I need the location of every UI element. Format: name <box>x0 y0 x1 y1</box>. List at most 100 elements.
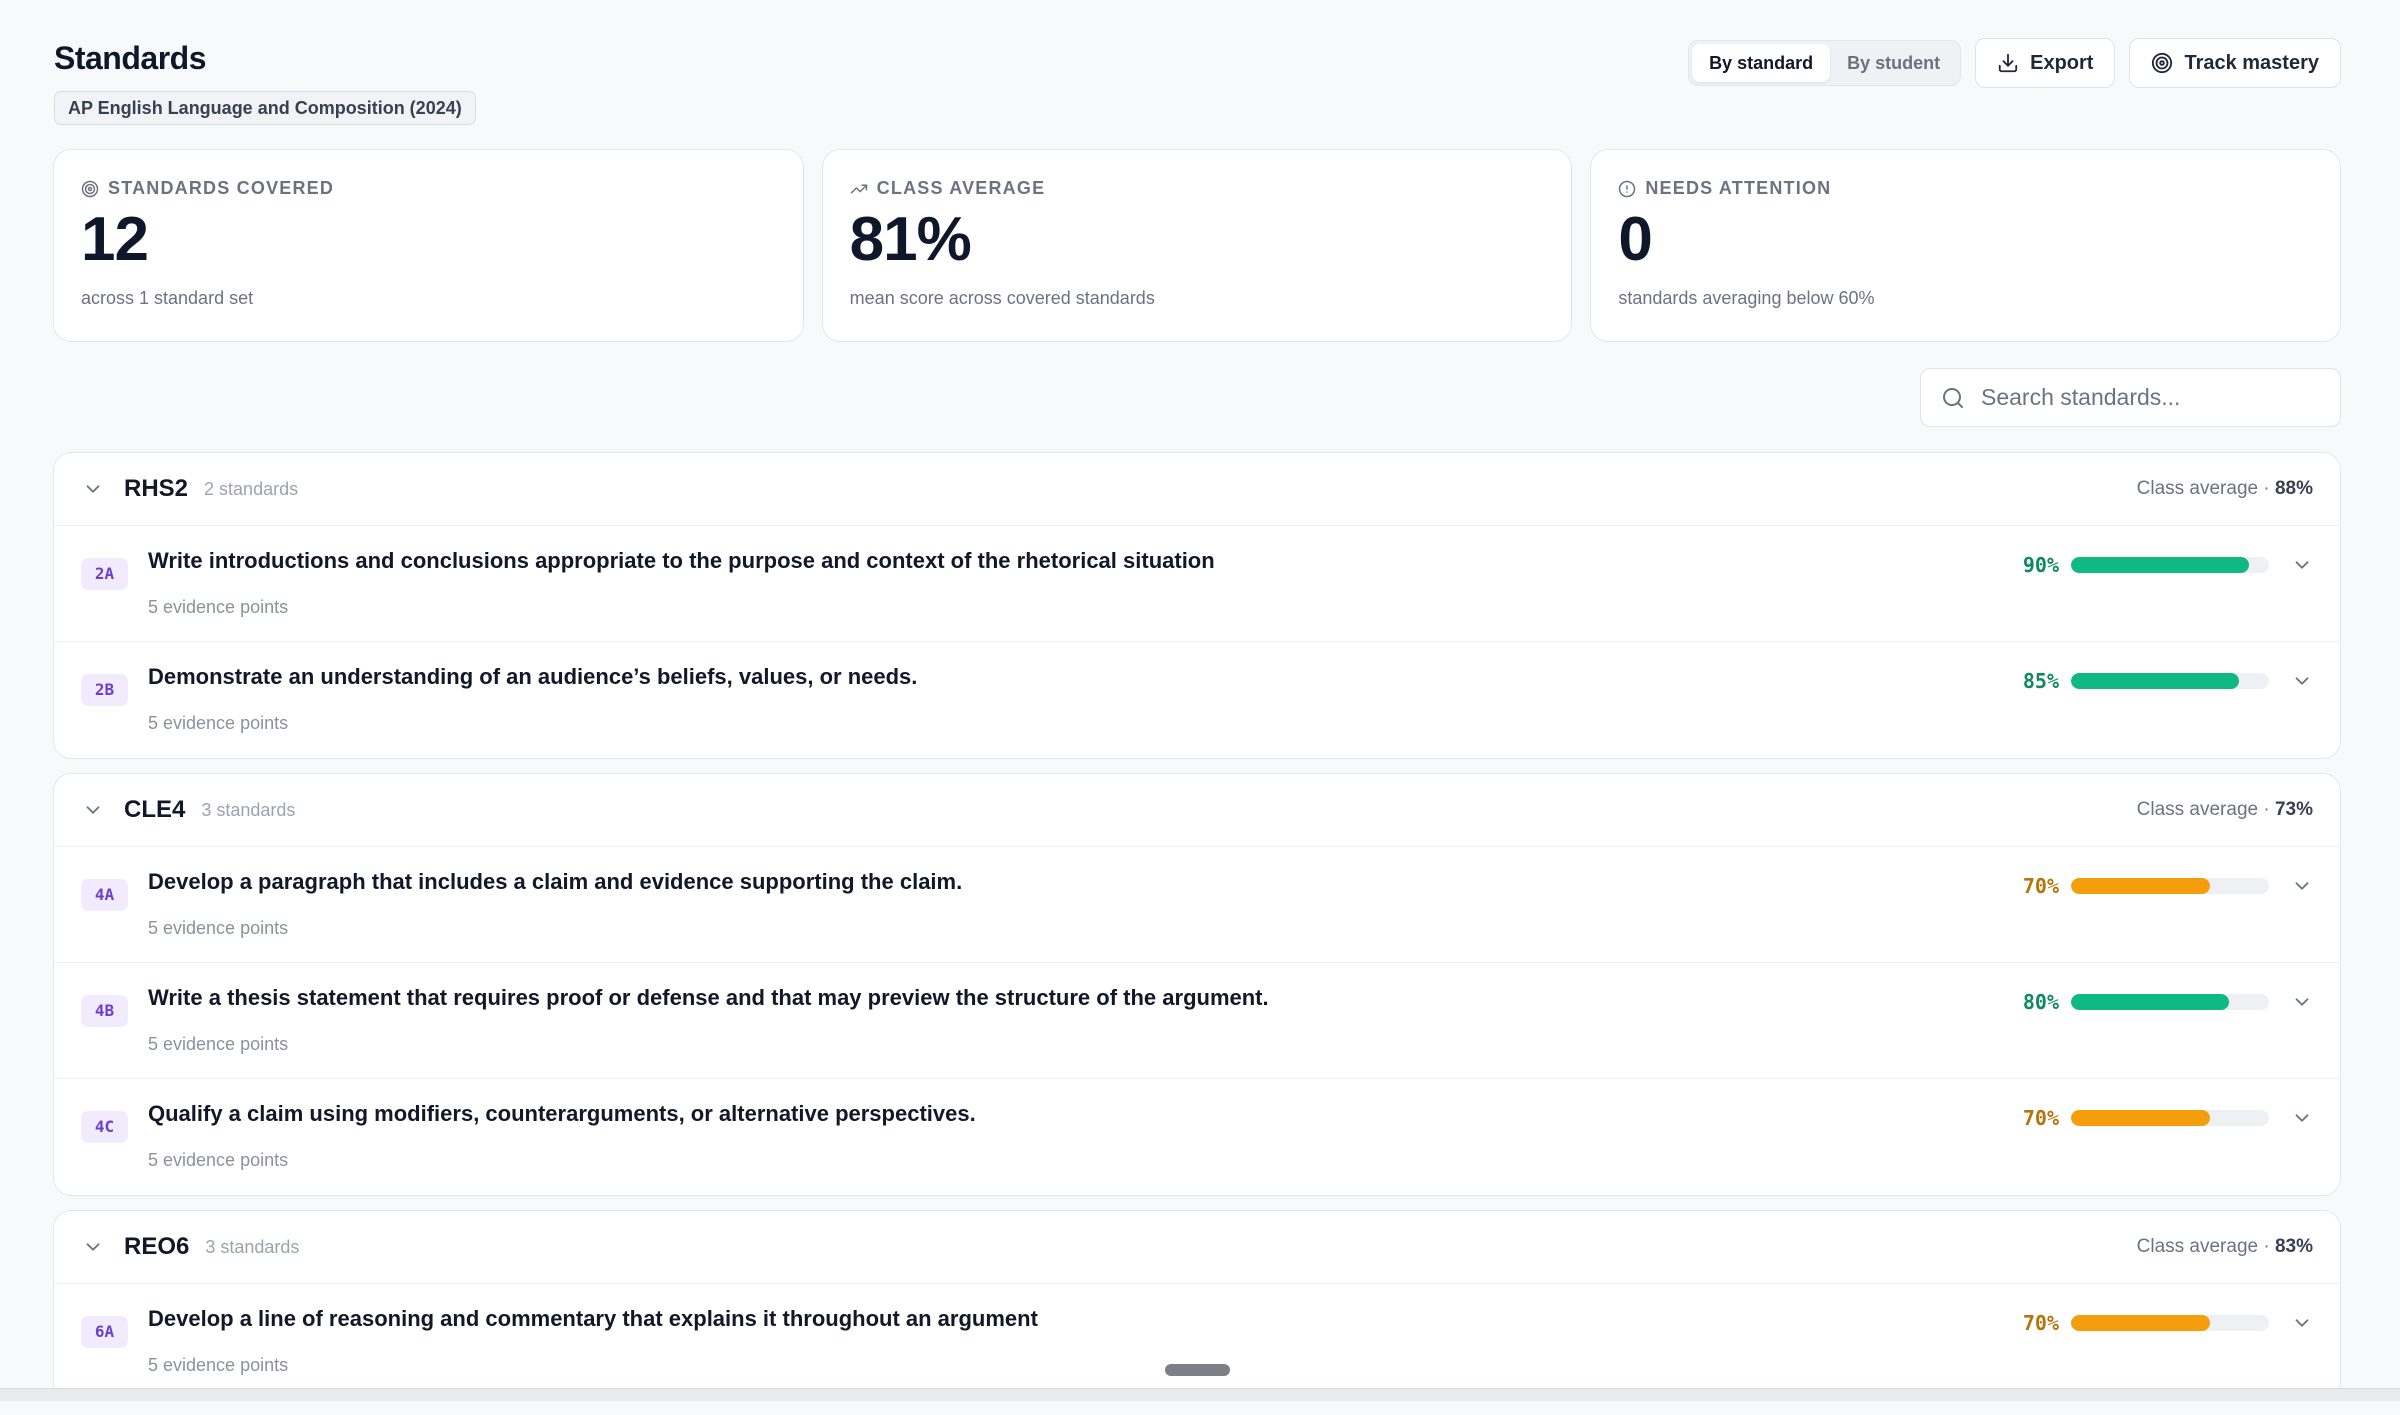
standard-code-badge: 2B <box>81 674 128 706</box>
bottom-edge <box>0 1388 2400 1401</box>
group-average-value: 83% <box>2274 1236 2313 1257</box>
evidence-count: 5 evidence points <box>148 1150 289 1170</box>
download-icon <box>1998 53 2018 73</box>
group-average-value: 73% <box>2274 799 2313 820</box>
score-area: 90% <box>2013 553 2313 577</box>
target-icon <box>2152 52 2173 74</box>
standards-page: Standards AP English Language and Compos… <box>53 0 2342 1401</box>
group-count: 3 standards <box>201 799 296 820</box>
track-mastery-label: Track mastery <box>2184 51 2319 74</box>
group-header[interactable]: REO6 3 standards Class average · 83% <box>54 1211 2340 1284</box>
score-bar-fill <box>2071 1315 2210 1331</box>
export-button[interactable]: Export <box>1975 38 2116 88</box>
score-percent: 70% <box>2022 1106 2059 1130</box>
score-bar-fill <box>2071 673 2240 689</box>
chevron-down-icon[interactable] <box>2291 554 2313 576</box>
stat-card-needs-attention: NEEDS ATTENTION 0 standards averaging be… <box>1590 149 2342 342</box>
stat-subtext: across 1 standard set <box>81 288 254 308</box>
standard-code-badge: 6A <box>81 1316 128 1348</box>
standard-row[interactable]: 4B Write a thesis statement that require… <box>54 963 2340 1079</box>
standard-title: Develop a line of reasoning and commenta… <box>148 1306 1038 1331</box>
group-code: RHS2 <box>124 475 189 502</box>
stat-label: CLASS AVERAGE <box>850 178 1545 199</box>
standard-row[interactable]: 2B Demonstrate an understanding of an au… <box>54 642 2340 758</box>
standard-row[interactable]: 4C Qualify a claim using modifiers, coun… <box>54 1079 2340 1195</box>
evidence-count: 5 evidence points <box>148 918 289 938</box>
chevron-down-icon[interactable] <box>2291 991 2313 1013</box>
standard-code-badge: 4A <box>81 879 128 911</box>
chevron-down-icon[interactable] <box>82 799 104 821</box>
standard-title: Qualify a claim using modifiers, counter… <box>148 1101 976 1126</box>
chevron-down-icon[interactable] <box>2291 875 2313 897</box>
score-bar-fill <box>2071 878 2210 894</box>
standard-code-badge: 4C <box>81 1111 128 1143</box>
group-header[interactable]: CLE4 3 standards Class average · 73% <box>54 774 2340 847</box>
stat-card-class-average: CLASS AVERAGE 81% mean score across cove… <box>821 149 1573 342</box>
view-toggle: By standard By student <box>1688 40 1962 86</box>
track-mastery-button[interactable]: Track mastery <box>2129 38 2341 88</box>
group-average-label: Class average · <box>2136 1236 2275 1257</box>
standard-groups: RHS2 2 standards Class average · 88% 2A … <box>53 452 2341 1415</box>
score-bar <box>2071 557 2269 573</box>
score-area: 70% <box>2013 874 2313 898</box>
group-header[interactable]: RHS2 2 standards Class average · 88% <box>54 453 2340 526</box>
standard-row[interactable]: 6A Develop a line of reasoning and comme… <box>54 1284 2340 1400</box>
score-bar <box>2071 994 2269 1010</box>
by-standard-tab[interactable]: By standard <box>1692 44 1831 82</box>
stat-label-text: NEEDS ATTENTION <box>1645 178 1832 198</box>
chevron-down-icon[interactable] <box>82 478 104 500</box>
group-count: 2 standards <box>204 478 299 499</box>
score-area: 70% <box>2013 1106 2313 1130</box>
alert-circle-icon <box>1619 180 1636 197</box>
group-average: Class average · 73% <box>2137 799 2313 821</box>
score-bar-fill <box>2071 994 2230 1010</box>
standard-row[interactable]: 4A Develop a paragraph that includes a c… <box>54 847 2340 963</box>
score-bar <box>2071 1315 2269 1331</box>
search-icon <box>1943 387 1963 408</box>
stat-cards: STANDARDS COVERED 12 across 1 standard s… <box>53 149 2342 342</box>
stat-value: 0 <box>1618 205 1652 274</box>
score-percent: 70% <box>2022 1311 2059 1335</box>
stat-label: NEEDS ATTENTION <box>1618 178 2313 199</box>
stat-card-standards-covered: STANDARDS COVERED 12 across 1 standard s… <box>53 149 804 342</box>
chevron-down-icon[interactable] <box>2291 1107 2313 1129</box>
standard-title: Write a thesis statement that requires p… <box>148 985 1269 1010</box>
evidence-count: 5 evidence points <box>148 1355 289 1375</box>
group-average: Class average · 83% <box>2137 1236 2313 1258</box>
group-count: 3 standards <box>205 1236 300 1257</box>
chevron-down-icon[interactable] <box>2291 670 2313 692</box>
standard-group-cle4: CLE4 3 standards Class average · 73% 4A … <box>53 773 2341 1196</box>
standard-title: Write introductions and conclusions appr… <box>148 548 1215 573</box>
standard-code-badge: 2A <box>81 558 128 590</box>
score-percent: 90% <box>2022 553 2059 577</box>
search-input[interactable] <box>1979 383 2320 412</box>
score-area: 80% <box>2013 990 2313 1014</box>
group-average-label: Class average · <box>2136 478 2275 499</box>
stat-label: STANDARDS COVERED <box>81 178 776 199</box>
evidence-count: 5 evidence points <box>148 713 289 733</box>
evidence-count: 5 evidence points <box>148 1034 289 1054</box>
standard-title: Develop a paragraph that includes a clai… <box>148 869 963 894</box>
group-average-value: 88% <box>2274 478 2313 499</box>
page-header: Standards AP English Language and Compos… <box>53 0 2341 140</box>
scroll-handle[interactable] <box>1165 1364 1230 1376</box>
group-average: Class average · 88% <box>2137 478 2313 500</box>
standard-row[interactable]: 2A Write introductions and conclusions a… <box>54 526 2340 642</box>
group-code: CLE4 <box>124 796 186 823</box>
by-student-tab[interactable]: By student <box>1830 44 1957 82</box>
export-label: Export <box>2030 51 2094 74</box>
score-bar <box>2071 673 2269 689</box>
score-bar <box>2071 1110 2269 1126</box>
score-area: 70% <box>2013 1311 2313 1335</box>
header-actions: By standard By student Export Track mast… <box>1688 38 2341 88</box>
trending-up-icon <box>850 184 867 193</box>
search-box[interactable] <box>1920 368 2341 427</box>
chevron-down-icon[interactable] <box>2291 1312 2313 1334</box>
chevron-down-icon[interactable] <box>82 1236 104 1258</box>
score-percent: 70% <box>2022 874 2059 898</box>
score-bar-fill <box>2071 557 2250 573</box>
score-area: 85% <box>2013 669 2313 693</box>
stat-value: 12 <box>81 205 149 274</box>
stat-value: 81% <box>849 205 972 274</box>
standard-code-badge: 4B <box>81 995 128 1027</box>
